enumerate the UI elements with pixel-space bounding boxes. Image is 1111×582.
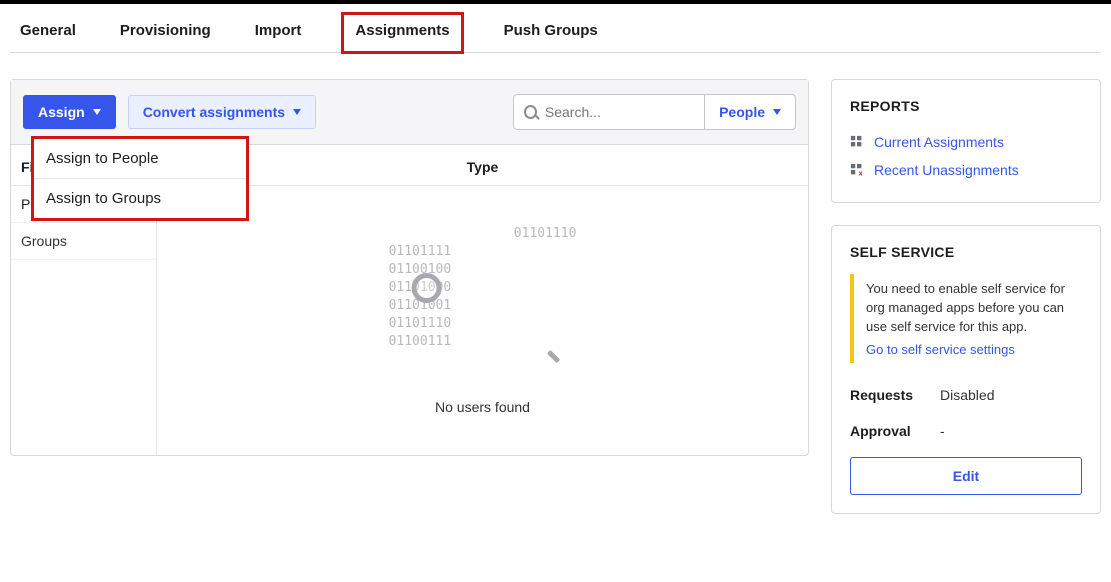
empty-state-art: 01101110 01101111 01100100 01101000 0110… [389,207,577,387]
assign-to-groups[interactable]: Assign to Groups [34,179,246,218]
search-box [514,95,704,129]
tab-import[interactable]: Import [251,12,306,52]
self-service-title: SELF SERVICE [850,244,1082,260]
assign-dropdown: Assign to People Assign to Groups [31,136,249,221]
search-input[interactable] [545,104,694,120]
assign-button[interactable]: Assign [23,95,116,129]
reports-title: REPORTS [850,98,1082,114]
report-icon: x [850,163,864,177]
tab-provisioning[interactable]: Provisioning [116,12,215,52]
app-tabbar: General Provisioning Import Assignments … [10,12,1101,53]
search-scope-button[interactable]: People [704,95,795,129]
reports-card: REPORTS Current Assignments x Recent Una… [831,79,1101,203]
recent-unassignments-label: Recent Unassignments [874,162,1019,178]
requests-value: Disabled [940,387,994,403]
approval-row: Approval - [850,413,1082,449]
assignments-content: Type 01101110 01101111 01100100 01101000… [157,145,808,455]
assign-to-people[interactable]: Assign to People [34,139,246,179]
approval-value: - [940,423,945,439]
self-service-notice-text: You need to enable self service for org … [866,281,1065,334]
chevron-down-icon [293,109,301,115]
current-assignments-label: Current Assignments [874,134,1004,150]
tab-general[interactable]: General [16,12,80,52]
search-icon [524,105,537,119]
approval-label: Approval [850,423,940,439]
tab-push-groups[interactable]: Push Groups [500,12,602,52]
requests-label: Requests [850,387,940,403]
filter-groups[interactable]: Groups [11,223,156,260]
magnifier-icon [412,237,553,357]
requests-row: Requests Disabled [850,377,1082,413]
convert-assignments-label: Convert assignments [143,104,285,120]
type-column-heading: Type [157,145,808,186]
tab-assignments[interactable]: Assignments [341,12,463,54]
recent-unassignments-link[interactable]: x Recent Unassignments [850,156,1082,184]
search-group: People [513,94,796,130]
self-service-settings-link[interactable]: Go to self service settings [866,341,1082,360]
chevron-down-icon [93,109,101,115]
assignments-toolbar: Assign Convert assignments [11,80,808,145]
edit-button[interactable]: Edit [850,457,1082,495]
chevron-down-icon [773,109,781,115]
empty-state-message: No users found [435,399,530,415]
assignments-panel: Assign Convert assignments [10,79,809,456]
report-icon [850,135,864,149]
current-assignments-link[interactable]: Current Assignments [850,128,1082,156]
svg-text:x: x [859,170,863,177]
convert-assignments-button[interactable]: Convert assignments [128,95,316,129]
search-scope-label: People [719,104,765,120]
self-service-notice: You need to enable self service for org … [850,274,1082,363]
self-service-card: SELF SERVICE You need to enable self ser… [831,225,1101,514]
empty-state: 01101110 01101111 01100100 01101000 0110… [157,186,808,455]
assign-button-label: Assign [38,104,85,120]
